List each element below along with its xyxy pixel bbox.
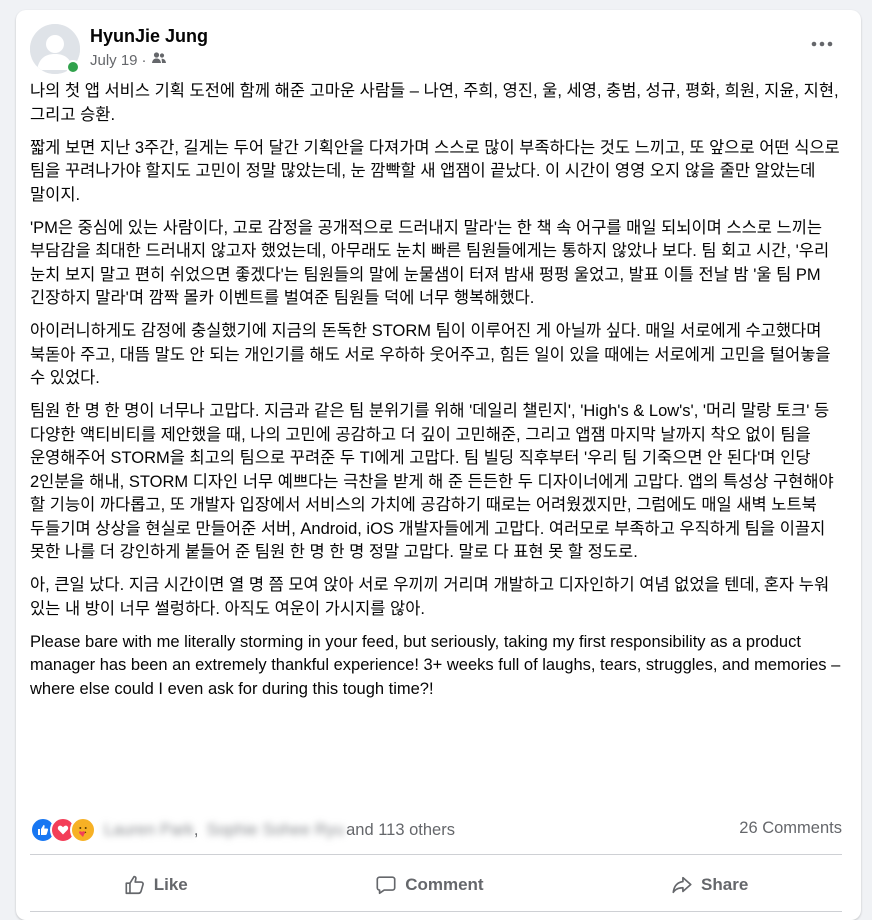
care-reaction-icon — [70, 817, 96, 843]
divider — [30, 854, 842, 855]
post-paragraph: 아, 큰일 났다. 지금 시간이면 열 명 쯤 모여 앉아 서로 우끼끼 거리며… — [30, 576, 830, 618]
share-label: Share — [701, 875, 749, 894]
others-count[interactable]: and 113 others — [346, 821, 455, 840]
reactions-bar: Lauren Park , Sophie Sohee Ryu and 113 o… — [30, 816, 842, 844]
share-arrow-icon — [672, 876, 692, 894]
friends-icon[interactable] — [151, 51, 167, 69]
online-status-dot — [66, 60, 80, 74]
like-label: Like — [153, 875, 188, 894]
post-body: 나의 첫 앱 서비스 기획 도전에 함께 해준 고마운 사람들 – 나연, 주희… — [30, 80, 842, 711]
ellipsis-icon — [811, 41, 833, 47]
author-name[interactable]: HyunJie Jung — [90, 26, 208, 47]
reaction-icons[interactable] — [30, 817, 96, 843]
comment-button[interactable]: Comment — [351, 866, 507, 904]
reaction-names[interactable]: Lauren Park , Sophie Sohee Ryu and 113 o… — [104, 821, 455, 840]
post-paragraph: 나의 첫 앱 서비스 기획 도전에 함께 해준 고마운 사람들 – 나연, 주희… — [30, 82, 839, 124]
name-comma: , — [193, 820, 199, 839]
post-paragraph: 'PM은 중심에 있는 사람이다, 고로 감정을 공개적으로 드러내지 말라'는… — [30, 218, 830, 308]
reactor-name[interactable]: Sophie Sohee Ryu — [206, 821, 344, 840]
post-meta: July 19 · — [90, 51, 167, 69]
post-paragraph: 짧게 보면 지난 3주간, 길게는 두어 달간 기획안을 다져가며 스스로 많이… — [30, 138, 840, 204]
share-button[interactable]: Share — [647, 866, 772, 904]
post-paragraph: 팀원 한 명 한 명이 너무나 고맙다. 지금과 같은 팀 분위기를 위해 '데… — [30, 402, 834, 561]
post-paragraph: 아이러니하게도 감정에 충실했기에 지금의 돈독한 STORM 팀이 이루어진 … — [30, 322, 831, 387]
action-bar: Like Comment Share — [30, 863, 842, 907]
reactor-name[interactable]: Lauren Park — [104, 821, 194, 840]
more-options-button[interactable] — [807, 34, 837, 54]
post-date[interactable]: July 19 — [90, 52, 138, 69]
meta-separator: · — [141, 51, 147, 69]
post-card: HyunJie Jung July 19 · 나의 첫 앱 서비스 기획 도전에 — [16, 10, 861, 920]
comment-label: Comment — [405, 875, 484, 894]
post-paragraph: Please bare with me literally storming i… — [30, 632, 841, 698]
like-button[interactable]: Like — [100, 866, 212, 904]
post-header: HyunJie Jung July 19 · — [30, 24, 847, 74]
comments-count[interactable]: 26 Comments — [739, 819, 842, 838]
comment-bubble-icon — [376, 876, 396, 895]
thumbs-up-icon — [125, 875, 144, 895]
